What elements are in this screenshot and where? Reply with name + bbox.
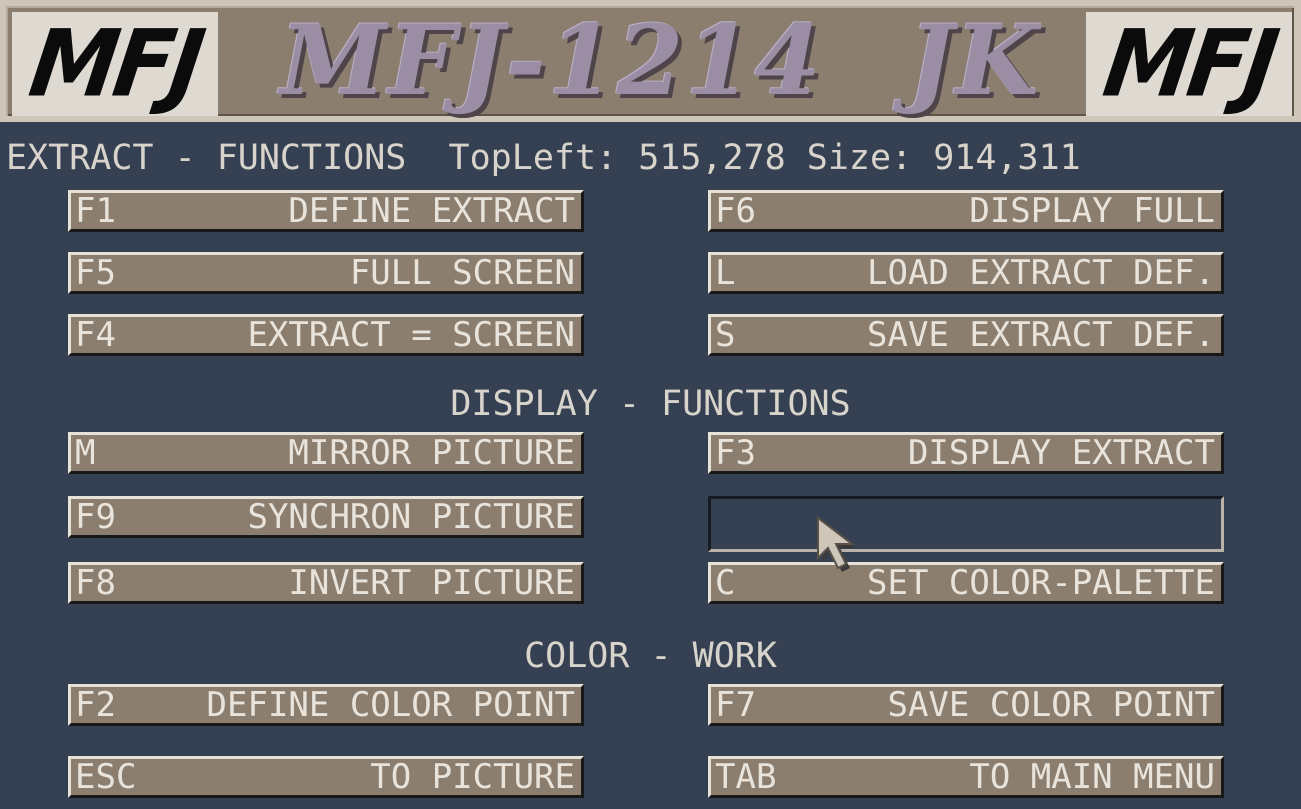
- button-label: TO PICTURE: [370, 757, 575, 797]
- save-color-point-button[interactable]: F7 SAVE COLOR POINT: [708, 684, 1224, 726]
- invert-picture-button[interactable]: F8 INVERT PICTURE: [68, 562, 584, 604]
- topleft-value: 515,278: [638, 138, 786, 178]
- hotkey: S: [715, 315, 736, 355]
- define-color-point-button[interactable]: F2 DEFINE COLOR POINT: [68, 684, 584, 726]
- hotkey: F9: [75, 497, 116, 537]
- mouse-pointer-icon: [817, 515, 856, 572]
- load-extract-def-button[interactable]: L LOAD EXTRACT DEF.: [708, 252, 1224, 294]
- display-full-button[interactable]: F6 DISPLAY FULL: [708, 190, 1224, 232]
- button-label: DEFINE COLOR POINT: [206, 685, 575, 725]
- hotkey: F7: [715, 685, 756, 725]
- hotkey: F6: [715, 191, 756, 231]
- logo-right-text: MFJ: [1097, 9, 1281, 118]
- to-picture-button[interactable]: ESC TO PICTURE: [68, 756, 584, 798]
- section-title-extract: EXTRACT - FUNCTIONS: [6, 138, 407, 178]
- section-title-display: DISPLAY - FUNCTIONS: [450, 384, 851, 424]
- section-title-color-work: COLOR - WORK: [524, 636, 777, 676]
- button-label: FULL SCREEN: [349, 253, 575, 293]
- hotkey: F5: [75, 253, 116, 293]
- logo-left: MFJ: [12, 9, 218, 118]
- hotkey: ESC: [75, 757, 137, 797]
- hotkey: F2: [75, 685, 116, 725]
- hotkey: F3: [715, 433, 756, 473]
- logo-right: MFJ: [1086, 9, 1292, 118]
- hotkey: L: [715, 253, 736, 293]
- display-extract-button[interactable]: F3 DISPLAY EXTRACT: [708, 432, 1224, 474]
- hotkey: F8: [75, 563, 116, 603]
- mirror-picture-button[interactable]: M MIRROR PICTURE: [68, 432, 584, 474]
- button-label: SAVE EXTRACT DEF.: [867, 315, 1215, 355]
- button-label: EXTRACT = SCREEN: [247, 315, 575, 355]
- button-label: INVERT PICTURE: [288, 563, 575, 603]
- logo-left-text: MFJ: [23, 9, 207, 118]
- hotkey: F1: [75, 191, 116, 231]
- button-label: SET COLOR-PALETTE: [867, 563, 1215, 603]
- set-color-palette-button[interactable]: C SET COLOR-PALETTE: [708, 562, 1224, 604]
- topleft-label: TopLeft:: [448, 138, 618, 178]
- button-label: LOAD EXTRACT DEF.: [867, 253, 1215, 293]
- size-label: Size:: [806, 138, 913, 178]
- app-title: MFJ-1214: [280, 4, 823, 117]
- hotkey: F4: [75, 315, 116, 355]
- button-label: DEFINE EXTRACT: [288, 191, 575, 231]
- button-label: DISPLAY EXTRACT: [907, 433, 1215, 473]
- synchron-picture-button[interactable]: F9 SYNCHRON PICTURE: [68, 496, 584, 538]
- to-main-menu-button[interactable]: TAB TO MAIN MENU: [708, 756, 1224, 798]
- hotkey: C: [715, 563, 736, 603]
- full-screen-button[interactable]: F5 FULL SCREEN: [68, 252, 584, 294]
- hotkey: TAB: [715, 757, 777, 797]
- button-label: SAVE COLOR POINT: [887, 685, 1215, 725]
- button-label: MIRROR PICTURE: [288, 433, 575, 473]
- status-line: EXTRACT - FUNCTIONS TopLeft: 515,278 Siz…: [6, 138, 1296, 178]
- button-label: DISPLAY FULL: [969, 191, 1215, 231]
- header-banner: MFJ MFJ-1214 JK MFJ: [0, 0, 1301, 122]
- empty-slot-button[interactable]: [708, 496, 1224, 552]
- define-extract-button[interactable]: F1 DEFINE EXTRACT: [68, 190, 584, 232]
- app-title-suffix: JK: [908, 4, 1041, 117]
- save-extract-def-button[interactable]: S SAVE EXTRACT DEF.: [708, 314, 1224, 356]
- button-label: TO MAIN MENU: [969, 757, 1215, 797]
- extract-equals-screen-button[interactable]: F4 EXTRACT = SCREEN: [68, 314, 584, 356]
- hotkey: M: [75, 433, 96, 473]
- size-value: 914,311: [933, 138, 1081, 178]
- button-label: SYNCHRON PICTURE: [247, 497, 575, 537]
